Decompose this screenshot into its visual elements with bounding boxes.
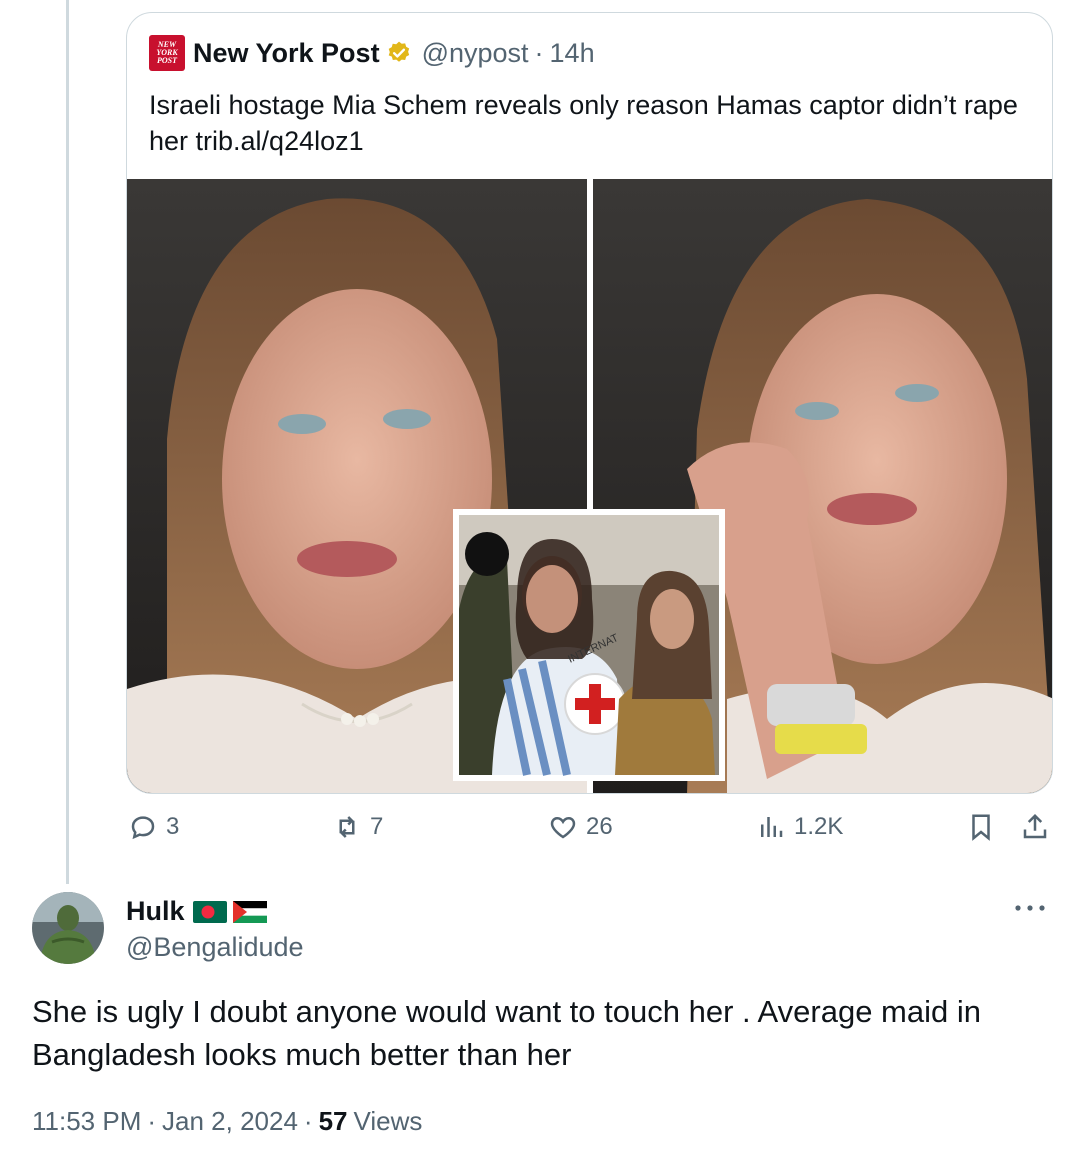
quoted-tweet-image[interactable]: INTERNAT [127, 179, 1052, 793]
bookmark-button[interactable] [966, 812, 996, 842]
share-icon [1023, 813, 1047, 839]
like-icon [550, 816, 576, 839]
reply-date[interactable]: Jan 2, 2024 [162, 1106, 298, 1137]
inset-photo: INTERNAT [453, 509, 725, 781]
bookmark-icon [972, 814, 990, 841]
like-count: 26 [586, 813, 613, 840]
quoted-author-name[interactable]: New York Post [193, 38, 380, 69]
reply-count: 3 [166, 813, 180, 840]
reply-author-name[interactable]: Hulk [126, 896, 185, 927]
bangladesh-flag-icon [192, 900, 227, 923]
repost-icon [339, 816, 355, 838]
new-york-post-logo[interactable]: NEW YORK POST [149, 35, 185, 71]
quoted-tweet-text: Israeli hostage Mia Schem reveals only r… [149, 90, 1018, 156]
reply-author-name-row[interactable]: Hulk [126, 896, 267, 927]
meta-separator: · [147, 1106, 157, 1136]
reply-views-count: 57 [318, 1106, 348, 1136]
reply-author-handle[interactable]: @Bengalidude [126, 932, 304, 963]
quoted-author-handle[interactable]: @nypost [422, 38, 529, 69]
repost-count: 7 [370, 813, 384, 840]
views-button[interactable]: 1.2K [756, 812, 843, 842]
quoted-tweet-header: NEW YORK POST New York Post @nypost · 14… [149, 35, 595, 71]
meta-separator: · [534, 37, 544, 68]
views-count: 1.2K [794, 813, 844, 840]
more-icon[interactable] [1012, 898, 1048, 918]
reply-icon [131, 816, 155, 840]
reply-time[interactable]: 11:53 PM [32, 1106, 141, 1137]
tweet-action-bar: 3 7 26 1.2K [0, 812, 1092, 852]
meta-separator: · [303, 1106, 313, 1136]
reply-button[interactable]: 3 [128, 812, 179, 842]
quoted-tweet-card[interactable]: NEW YORK POST New York Post @nypost · 14… [126, 12, 1053, 794]
share-button[interactable] [1020, 812, 1050, 842]
avatar[interactable] [32, 892, 104, 964]
thread-connector-line [66, 0, 69, 884]
reply-meta: 11:53 PM · Jan 2, 2024 · 57 Views [32, 1106, 422, 1137]
reply-tweet-text: She is ugly I doubt anyone would want to… [32, 994, 981, 1072]
views-icon [761, 817, 783, 837]
like-button[interactable]: 26 [548, 812, 613, 842]
verified-badge-icon [388, 41, 409, 62]
quoted-tweet-time[interactable]: 14h [550, 38, 595, 69]
repost-button[interactable]: 7 [332, 812, 383, 842]
palestine-flag-icon [232, 900, 267, 923]
reply-views-label: Views [353, 1106, 423, 1136]
